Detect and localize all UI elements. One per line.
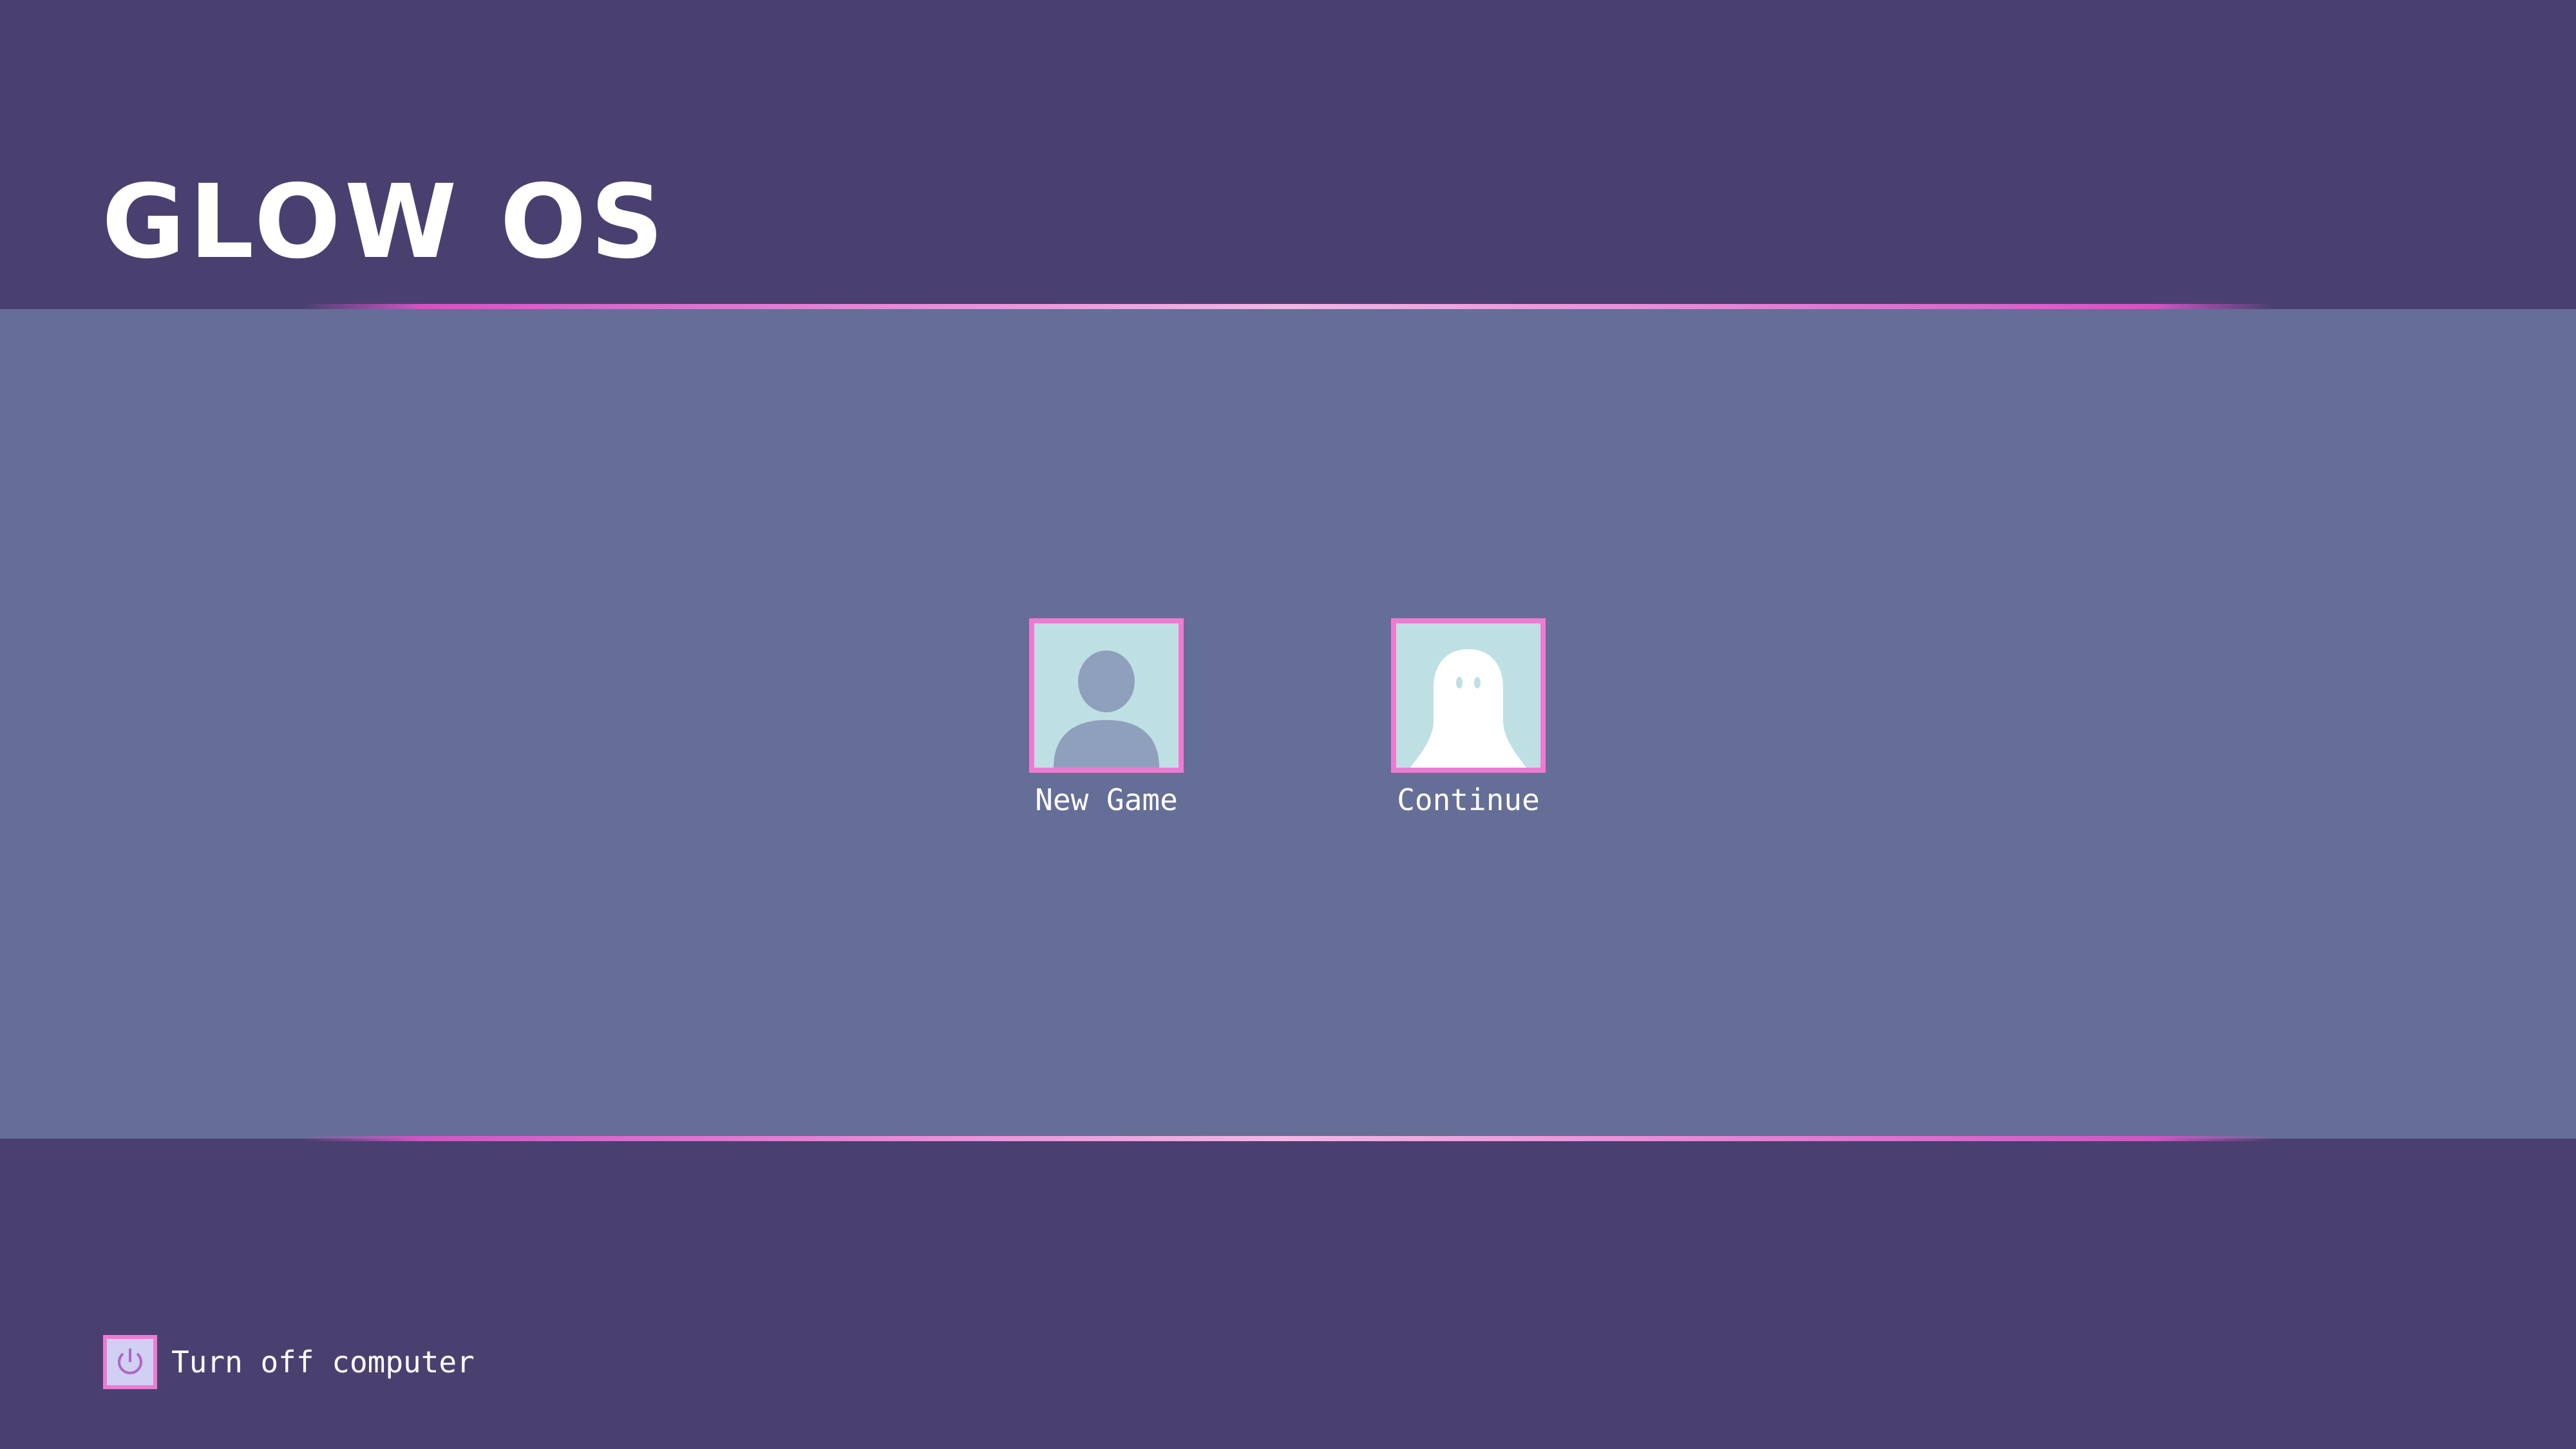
glow-divider-top bbox=[303, 304, 2273, 309]
profile-band bbox=[0, 309, 2576, 1139]
turn-off-computer-button[interactable]: Turn off computer bbox=[103, 1334, 475, 1390]
ghost-icon bbox=[1410, 649, 1526, 768]
power-icon bbox=[118, 1349, 142, 1374]
glow-divider-bottom bbox=[303, 1136, 2273, 1141]
turn-off-label[interactable]: Turn off computer bbox=[171, 1344, 475, 1380]
new-game-avatar[interactable] bbox=[1029, 618, 1184, 773]
new-game-label[interactable]: New Game bbox=[1003, 782, 1209, 818]
continue-avatar[interactable] bbox=[1391, 618, 1546, 773]
power-button[interactable] bbox=[103, 1335, 157, 1389]
login-screen: GLOW OS New Game Continue Turn off compu… bbox=[0, 0, 2576, 1449]
new-game-profile-button[interactable]: New Game bbox=[1003, 618, 1209, 818]
continue-profile-button[interactable]: Continue bbox=[1365, 618, 1571, 818]
person-silhouette-icon bbox=[1054, 650, 1159, 768]
continue-label[interactable]: Continue bbox=[1365, 782, 1571, 818]
app-logo: GLOW OS bbox=[102, 163, 668, 281]
